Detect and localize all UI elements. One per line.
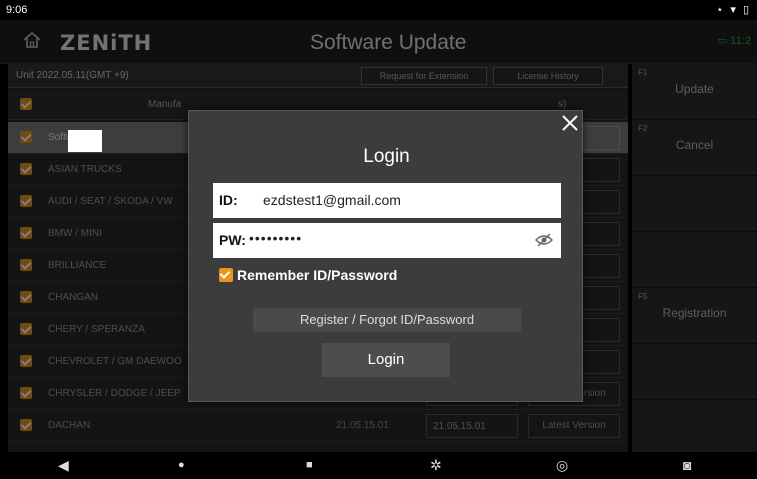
hide-password-icon[interactable] [535, 233, 553, 247]
password-field[interactable]: PW: ••••••••• [213, 223, 561, 258]
status-time: 9:06 [6, 4, 28, 16]
register-forgot-button[interactable]: Register / Forgot ID/Password [253, 308, 521, 332]
close-icon[interactable] [561, 114, 579, 132]
modal-overlay: Login ID: ezdstest1@gmail.com PW: ••••••… [0, 20, 757, 452]
id-field[interactable]: ID: ezdstest1@gmail.com [213, 183, 561, 218]
remember-checkbox[interactable] [219, 268, 233, 282]
id-value: ezdstest1@gmail.com [263, 192, 401, 208]
login-title: Login [363, 146, 410, 167]
browser-icon[interactable]: ◎ [556, 457, 568, 474]
remember-label: Remember ID/Password [237, 267, 398, 283]
login-button[interactable]: Login [322, 343, 450, 377]
login-dialog: Login ID: ezdstest1@gmail.com PW: ••••••… [188, 110, 583, 402]
home-nav-icon[interactable]: ● [178, 459, 185, 471]
recents-icon[interactable]: ■ [306, 459, 313, 471]
back-icon[interactable]: ◀ [58, 457, 69, 474]
pw-value: ••••••••• [249, 230, 303, 246]
android-nav-bar: ◀ ● ■ ✲ ◎ ◙ [0, 452, 757, 479]
redaction-box [68, 130, 102, 152]
system-icons: ⋆ ▾ ▯ [716, 4, 751, 16]
pw-label: PW: [219, 232, 246, 248]
screenshot-icon[interactable]: ◙ [683, 457, 691, 473]
settings-icon[interactable]: ✲ [430, 457, 442, 474]
status-bar: 9:06 ⋆ ▾ ▯ [0, 0, 757, 20]
id-label: ID: [219, 192, 238, 208]
